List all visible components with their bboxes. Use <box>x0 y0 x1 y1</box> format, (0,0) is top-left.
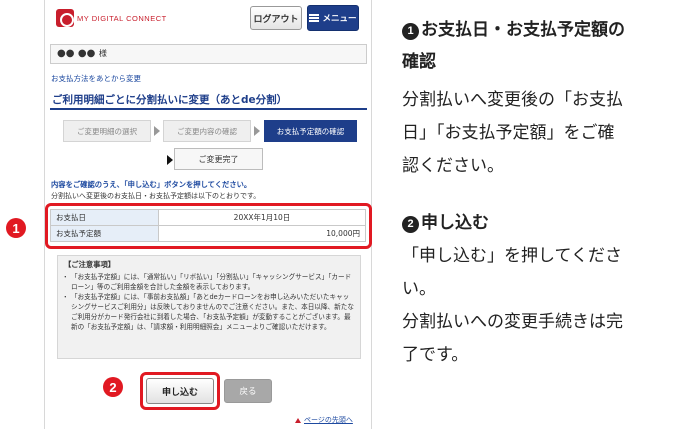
page-title: ご利用明細ごとに分割払いに変更（あとde分割） <box>50 88 367 110</box>
section1-title: 1 お支払日・お支払予定額の <box>402 16 625 44</box>
user-name: ●● ●● <box>57 48 96 59</box>
highlight-box-1 <box>45 203 372 249</box>
back-button[interactable]: 戻る <box>224 379 272 403</box>
step-select-statement: ご変更明細の選択 <box>63 120 151 142</box>
number-2-icon: 2 <box>402 216 419 233</box>
logout-button[interactable]: ログアウト <box>250 6 302 30</box>
step-confirm-amount: お支払予定額の確認 <box>264 120 357 142</box>
section1-body-line: 日」「お支払予定額」をご確 <box>402 123 615 143</box>
section1-body-line: 分割払いへ変更後の「お支払 <box>402 90 623 110</box>
menu-label: メニュー <box>322 14 357 24</box>
section2-body-line: 分割払いへの変更手続きは完 <box>402 312 623 332</box>
step-badge-1: 1 <box>6 218 26 238</box>
step-arrow-icon <box>254 126 260 136</box>
section2-body-line: い。 <box>402 279 436 299</box>
step-arrow-icon <box>154 126 160 136</box>
logo-icon <box>56 9 74 27</box>
caution-title: 【ご注意事項】 <box>64 260 116 269</box>
caution-item: 「お支払予定額」には、「事前お支払額」「あとdeカードローンをお申し込みいただい… <box>62 292 354 332</box>
caution-item: 「お支払予定額」には、「通常払い」「リボ払い」「分割払い」「キャッシングサービス… <box>62 272 354 292</box>
menu-button[interactable]: メニュー <box>307 5 359 31</box>
page-top-link[interactable]: ページの先頭へ <box>295 415 353 425</box>
phone-screen: MY DIGITAL CONNECT ログアウト メニュー ●● ●● 様 お支… <box>44 0 372 429</box>
caution-notes: 【ご注意事項】 「お支払予定額」には、「通常払い」「リボ払い」「分割払い」「キャ… <box>57 255 361 359</box>
step-indicator: ご変更明細の選択 ご変更内容の確認 お支払予定額の確認 <box>63 120 359 142</box>
section1-body-line: 認ください。 <box>402 156 504 176</box>
step-arrow-icon <box>167 155 173 165</box>
section2-title: 2 申し込む <box>402 209 489 237</box>
instruction-text: 内容をご確認のうえ、「申し込む」ボタンを押してください。 <box>51 180 252 189</box>
highlight-box-2 <box>140 372 220 410</box>
logo-text: MY DIGITAL CONNECT <box>77 13 167 23</box>
section2-title-text: 申し込む <box>421 213 489 233</box>
user-suffix: 様 <box>98 49 107 58</box>
step-badge-2: 2 <box>103 377 123 397</box>
section1-title-line2: 確認 <box>402 52 436 72</box>
app-header: MY DIGITAL CONNECT ログアウト メニュー <box>45 0 371 40</box>
section2-body-line: 了です。 <box>402 345 469 365</box>
logo: MY DIGITAL CONNECT <box>56 8 167 28</box>
list-icon <box>309 14 320 22</box>
section2-body-line: 「申し込む」を押してくださ <box>402 246 622 266</box>
step-complete: ご変更完了 <box>174 148 263 170</box>
triangle-up-icon <box>295 417 301 423</box>
instruction-subtext: 分割払いへ変更後のお支払日・お支払予定額は以下のとおりです。 <box>51 192 261 200</box>
page-top-label: ページの先頭へ <box>304 416 353 424</box>
user-name-bar: ●● ●● 様 <box>50 44 367 64</box>
step-confirm-changes: ご変更内容の確認 <box>163 120 251 142</box>
section1-title-line1: お支払日・お支払予定額の <box>421 20 625 40</box>
number-1-icon: 1 <box>402 23 419 40</box>
breadcrumb[interactable]: お支払方法をあとから変更 <box>51 73 141 84</box>
